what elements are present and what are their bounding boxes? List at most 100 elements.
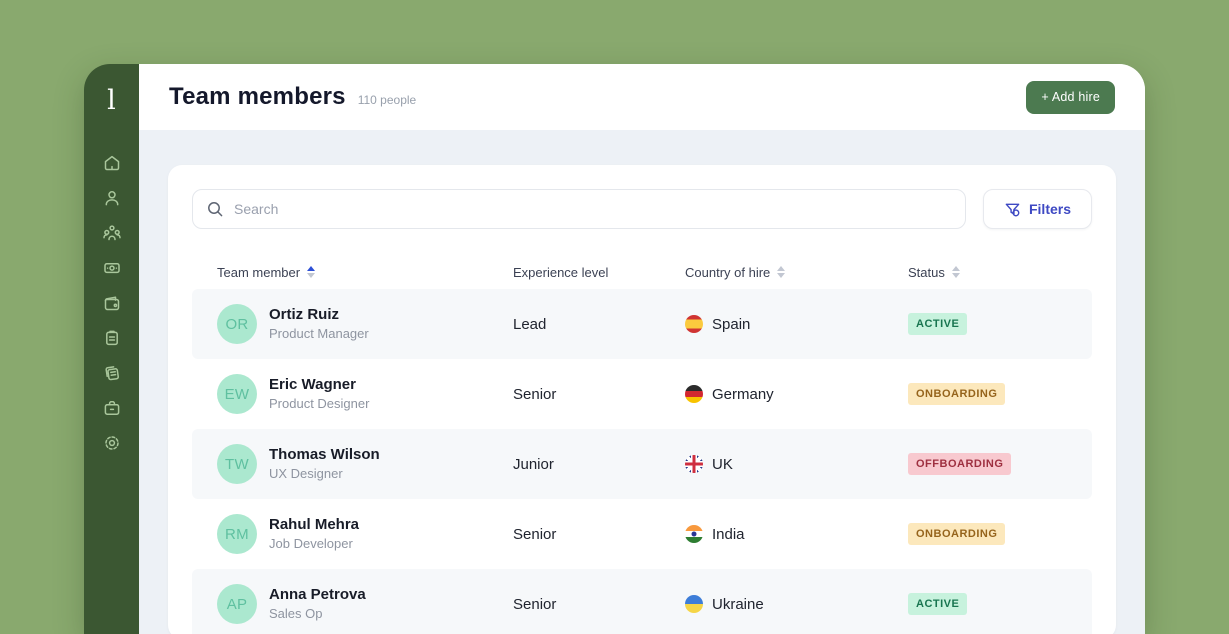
home-icon [104, 155, 119, 171]
column-label: Country of hire [685, 264, 771, 280]
experience-level: Senior [513, 595, 557, 613]
column-header-experience[interactable]: Experience level [513, 265, 685, 280]
sort-icon-team-member[interactable] [307, 266, 316, 278]
tasks-icon [105, 330, 118, 346]
wallet-icon [104, 296, 119, 311]
column-label: Experience level [513, 264, 609, 280]
member-name: Anna Petrova [269, 586, 366, 604]
country-cell: Germany [685, 385, 908, 403]
search-input[interactable] [234, 201, 952, 217]
avatar: RM [217, 514, 257, 554]
member-cell: OR Ortiz Ruiz Product Manager [192, 304, 513, 344]
table-header: Team member Experience level Country of … [192, 255, 1092, 289]
sidebar-item-tasks[interactable] [102, 328, 122, 348]
member-name: Thomas Wilson [269, 446, 380, 464]
country-cell: Ukraine [685, 595, 908, 613]
main-panel: Team members 110 people + Add hire Searc… [139, 64, 1145, 634]
column-label: Team member [217, 264, 301, 280]
country-flag-icon [685, 595, 703, 613]
app-window: l Team members 110 people + Add hire Sea… [84, 64, 1145, 634]
member-role: Sales Op [269, 606, 323, 622]
status-badge: ONBOARDING [908, 523, 1006, 545]
column-header-country[interactable]: Country of hire [685, 265, 908, 280]
table-row[interactable]: TW Thomas Wilson UX Designer Junior UK O… [192, 429, 1092, 499]
search-icon [208, 202, 223, 217]
table-toolbar: Filters [192, 189, 1092, 229]
team-table-card: Filters Team member Experience level Cou… [168, 165, 1116, 634]
status-cell: ONBOARDING [908, 523, 1092, 545]
status-badge: ONBOARDING [908, 383, 1006, 405]
status-badge: ACTIVE [908, 593, 968, 615]
member-cell: RM Rahul Mehra Job Developer [192, 514, 513, 554]
table-row[interactable]: EW Eric Wagner Product Designer Senior G… [192, 359, 1092, 429]
page-title: Team members [169, 83, 346, 110]
avatar: EW [217, 374, 257, 414]
page-header: Team members 110 people + Add hire [139, 64, 1145, 130]
avatar: AP [217, 584, 257, 624]
jobs-icon [104, 401, 119, 415]
country-flag-icon [685, 315, 703, 333]
column-label: Status [908, 264, 945, 280]
member-name: Rahul Mehra [269, 516, 360, 534]
sidebar-item-documents[interactable] [102, 363, 122, 383]
member-role: Product Designer [269, 396, 370, 412]
sidebar-item-team[interactable] [102, 223, 122, 243]
documents-icon [104, 366, 119, 381]
member-cell: EW Eric Wagner Product Designer [192, 374, 513, 414]
member-role: UX Designer [269, 466, 343, 482]
sidebar-item-profile[interactable] [102, 188, 122, 208]
table-row[interactable]: RM Rahul Mehra Job Developer Senior Indi… [192, 499, 1092, 569]
sidebar-item-payments[interactable] [102, 258, 122, 278]
sidebar-item-settings[interactable] [102, 433, 122, 453]
member-role: Job Developer [269, 536, 353, 552]
country-name: Ukraine [712, 595, 764, 613]
sort-icon-country[interactable] [777, 266, 786, 278]
experience-level: Senior [513, 525, 557, 543]
sort-icon-status[interactable] [951, 266, 960, 278]
column-header-status[interactable]: Status [908, 265, 1092, 280]
status-cell: ACTIVE [908, 313, 1092, 335]
country-name: Spain [712, 315, 751, 333]
experience-level: Senior [513, 385, 557, 403]
experience-level: Junior [513, 455, 554, 473]
table-row[interactable]: OR Ortiz Ruiz Product Manager Lead Spain [192, 289, 1092, 359]
filters-button[interactable]: Filters [983, 189, 1092, 229]
country-name: Germany [712, 385, 774, 403]
sidebar-nav [102, 153, 122, 453]
experience-level: Lead [513, 315, 547, 333]
status-badge: OFFBOARDING [908, 453, 1012, 475]
member-role: Product Manager [269, 326, 369, 342]
team-icon [102, 225, 121, 241]
country-flag-icon [685, 455, 703, 473]
sidebar-item-wallet[interactable] [102, 293, 122, 313]
sidebar-item-jobs[interactable] [102, 398, 122, 418]
country-cell: Spain [685, 315, 908, 333]
sidebar-item-home[interactable] [102, 153, 122, 173]
people-count: 110 people [357, 93, 417, 107]
table-row[interactable]: AP Anna Petrova Sales Op Senior Ukraine [192, 569, 1092, 634]
profile-icon [105, 191, 118, 206]
column-header-team-member[interactable]: Team member [192, 265, 513, 280]
country-cell: UK [685, 455, 908, 473]
search-box[interactable] [192, 189, 966, 229]
avatar: OR [217, 304, 257, 344]
status-cell: ACTIVE [908, 593, 1092, 615]
payments-icon [103, 263, 120, 274]
member-name: Eric Wagner [269, 376, 356, 394]
member-name: Ortiz Ruiz [269, 306, 339, 324]
sidebar: l [84, 64, 139, 634]
country-name: UK [712, 455, 733, 473]
table-body: OR Ortiz Ruiz Product Manager Lead Spain [192, 289, 1092, 634]
country-flag-icon [685, 385, 703, 403]
member-cell: AP Anna Petrova Sales Op [192, 584, 513, 624]
app-logo[interactable]: l [107, 81, 116, 119]
settings-icon [104, 436, 119, 450]
status-cell: ONBOARDING [908, 383, 1092, 405]
add-hire-button[interactable]: + Add hire [1026, 80, 1115, 114]
status-badge: ACTIVE [908, 313, 968, 335]
avatar: TW [217, 444, 257, 484]
member-cell: TW Thomas Wilson UX Designer [192, 444, 513, 484]
filters-label: Filters [1028, 201, 1071, 217]
country-cell: India [685, 525, 908, 543]
content-area: Filters Team member Experience level Cou… [139, 130, 1145, 634]
